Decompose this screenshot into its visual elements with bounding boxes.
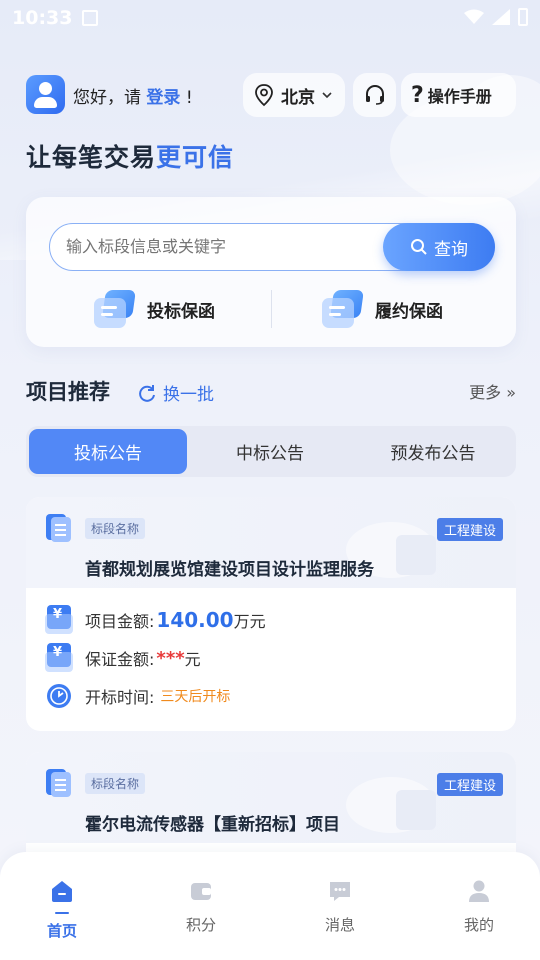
city-selector[interactable]: 北京 bbox=[243, 73, 345, 117]
greeting-suffix: ! bbox=[185, 88, 193, 108]
amount-unit: 万元 bbox=[233, 612, 266, 631]
nav-messages-label: 消息 bbox=[324, 916, 355, 934]
category-badge: 工程建设 bbox=[436, 773, 503, 796]
segment-name-tag: 标段名称 bbox=[85, 518, 146, 539]
project-card-header: 标段名称 工程建设 霍尔电流传感器【重新招标】项目 bbox=[26, 752, 516, 843]
city-label: 北京 bbox=[281, 87, 315, 108]
search-input[interactable] bbox=[66, 237, 366, 256]
tab-pre-release-announcement[interactable]: 预发布公告 bbox=[353, 429, 513, 474]
document-icon bbox=[46, 514, 72, 542]
tab-bid-announcement[interactable]: 投标公告 bbox=[29, 429, 187, 474]
battery-icon bbox=[518, 8, 528, 26]
nav-messages[interactable]: 消息 bbox=[300, 878, 380, 935]
open-time-row: 开标时间: 三天后开标 bbox=[45, 682, 230, 710]
refresh-button[interactable]: 换一批 bbox=[137, 380, 214, 405]
avatar[interactable] bbox=[26, 75, 65, 114]
wifi-icon bbox=[464, 9, 484, 24]
slogan-main: 让每笔交易 bbox=[26, 143, 157, 172]
announcement-tabs: 投标公告 中标公告 预发布公告 bbox=[26, 426, 516, 477]
nav-points-label: 积分 bbox=[185, 916, 216, 934]
performance-guarantee-icon bbox=[322, 290, 364, 328]
section-title: 项目推荐 bbox=[26, 380, 110, 404]
bid-guarantee-button[interactable]: 投标保函 bbox=[94, 289, 215, 329]
login-link[interactable]: 登录 bbox=[146, 88, 180, 108]
bid-guarantee-label: 投标保函 bbox=[147, 301, 215, 322]
search-button[interactable]: 查询 bbox=[383, 223, 495, 271]
notification-icon bbox=[82, 10, 98, 26]
manual-button[interactable]: ? 操作手册 bbox=[401, 73, 516, 117]
document-icon bbox=[46, 769, 72, 797]
top-bar: 您好，请 登录 ! 北京 ? 操作手册 bbox=[26, 73, 516, 117]
refresh-icon bbox=[139, 384, 155, 402]
deposit-unit: 元 bbox=[184, 650, 201, 669]
performance-guarantee-label: 履约保函 bbox=[375, 301, 443, 322]
nav-profile-label: 我的 bbox=[463, 916, 494, 934]
slogan: 让每笔交易更可信 bbox=[26, 138, 234, 174]
tab-award-announcement[interactable]: 中标公告 bbox=[189, 429, 351, 474]
status-time: 10:33 bbox=[12, 7, 73, 29]
performance-guarantee-button[interactable]: 履约保函 bbox=[322, 289, 443, 329]
location-icon bbox=[255, 84, 273, 107]
card-decoration bbox=[346, 777, 436, 833]
manual-label: 操作手册 bbox=[427, 87, 492, 106]
greeting-text: 您好，请 bbox=[73, 88, 147, 108]
project-card-header: 标段名称 工程建设 首都规划展览馆建设项目设计监理服务 bbox=[26, 497, 516, 588]
project-title: 霍尔电流传感器【重新招标】项目 bbox=[85, 815, 340, 835]
more-link[interactable]: 更多 » bbox=[469, 379, 516, 403]
project-card[interactable]: 标段名称 工程建设 首都规划展览馆建设项目设计监理服务 ¥ 项目金额: 140.… bbox=[26, 497, 516, 731]
nav-profile[interactable]: 我的 bbox=[439, 878, 519, 935]
customer-service-button[interactable] bbox=[353, 73, 396, 117]
project-title: 首都规划展览馆建设项目设计监理服务 bbox=[85, 560, 374, 580]
divider bbox=[271, 290, 272, 328]
bottom-navigation: 首页 积分 消息 我的 bbox=[0, 852, 540, 960]
search-card: 查询 投标保函 履约保函 bbox=[26, 197, 516, 347]
segment-name-tag: 标段名称 bbox=[85, 773, 146, 794]
nav-home-label: 首页 bbox=[46, 922, 77, 940]
bid-guarantee-icon bbox=[94, 290, 136, 328]
nav-home[interactable]: 首页 bbox=[22, 878, 102, 941]
project-amount-row: ¥ 项目金额: 140.00 万元 bbox=[45, 605, 266, 635]
nav-points[interactable]: 积分 bbox=[161, 878, 241, 935]
category-badge: 工程建设 bbox=[436, 518, 503, 541]
user-icon bbox=[469, 880, 489, 902]
message-icon bbox=[330, 882, 350, 901]
amount-value: 140.00 bbox=[156, 608, 234, 632]
open-time-value: 三天后开标 bbox=[160, 689, 231, 705]
recommend-header: 项目推荐 换一批 更多 » bbox=[26, 376, 516, 406]
signal-icon bbox=[492, 9, 510, 25]
clock-icon bbox=[47, 684, 71, 708]
wallet-icon bbox=[191, 883, 211, 900]
status-bar: 10:33 bbox=[0, 0, 540, 36]
deposit-label: 保证金额: bbox=[85, 650, 155, 669]
open-time-label: 开标时间: bbox=[85, 688, 155, 707]
search-button-label: 查询 bbox=[434, 239, 468, 260]
headset-icon bbox=[365, 85, 384, 105]
amount-label: 项目金额: bbox=[85, 612, 155, 631]
slogan-highlight: 更可信 bbox=[156, 143, 235, 172]
refresh-label: 换一批 bbox=[163, 385, 214, 405]
question-icon: ? bbox=[411, 82, 424, 108]
deposit-row: ¥ 保证金额: *** 元 bbox=[45, 643, 201, 673]
greeting: 您好，请 登录 ! bbox=[73, 83, 193, 108]
search-icon bbox=[411, 239, 427, 255]
yuan-icon: ¥ bbox=[45, 643, 73, 673]
chevron-down-icon bbox=[322, 92, 332, 99]
home-icon bbox=[52, 881, 72, 902]
deposit-value: *** bbox=[156, 647, 185, 669]
yuan-icon: ¥ bbox=[45, 605, 73, 635]
search-box: 查询 bbox=[49, 223, 495, 271]
